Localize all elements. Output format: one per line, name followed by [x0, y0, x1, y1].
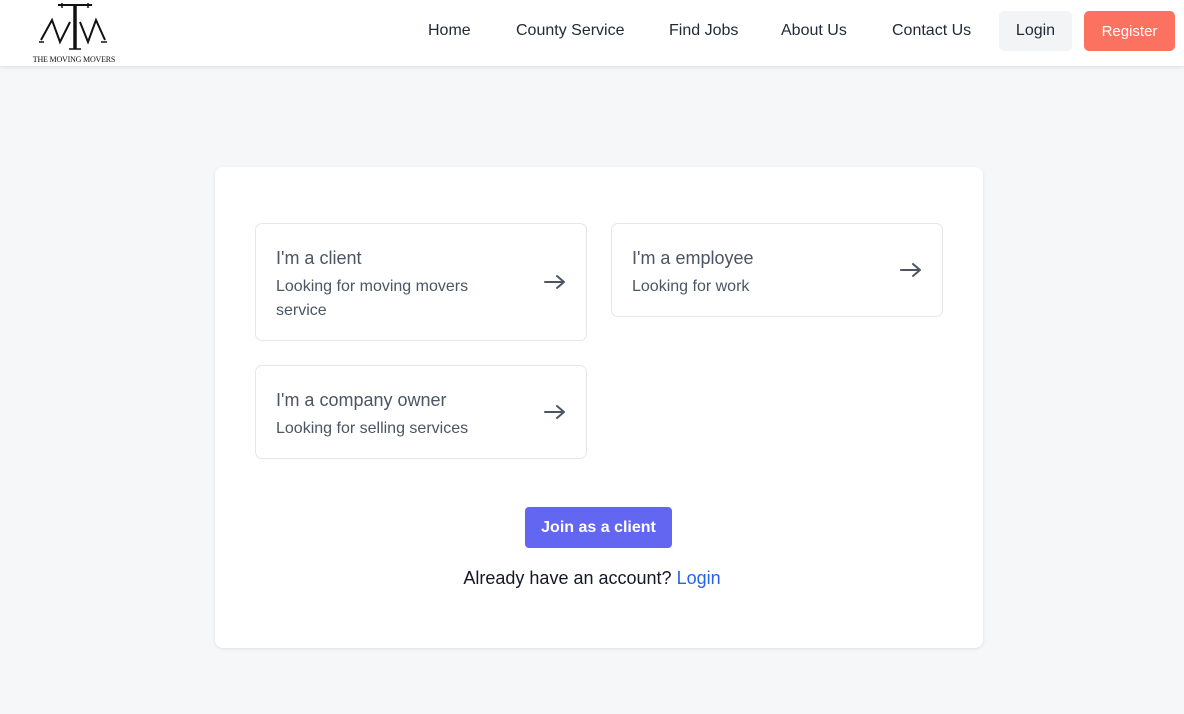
top-navbar: THE MOVING MOVERS Home County Service Fi…	[0, 0, 1184, 67]
option-subtitle: Looking for work	[632, 278, 750, 295]
arrow-right-icon	[900, 263, 921, 277]
option-title: I'm a company owner	[276, 390, 447, 410]
option-subtitle: Looking for selling services	[276, 420, 469, 437]
arrow-right-icon	[544, 275, 565, 289]
logo-monogram-icon	[39, 3, 107, 50]
option-title: I'm a employee	[632, 248, 754, 268]
brand-logo[interactable]: THE MOVING MOVERS	[26, 2, 122, 66]
nav-contact-us[interactable]: Contact Us	[892, 22, 971, 40]
nav-find-jobs[interactable]: Find Jobs	[669, 22, 738, 40]
nav-county-service[interactable]: County Service	[516, 22, 625, 40]
account-prompt-text: Already have an account?	[463, 568, 672, 588]
logo-text: THE MOVING MOVERS	[32, 55, 116, 64]
register-button[interactable]: Register	[1084, 11, 1175, 51]
option-company-owner[interactable]: I'm a company owner Looking for selling …	[255, 365, 587, 459]
option-employee[interactable]: I'm a employee Looking for work	[611, 223, 943, 317]
account-prompt-line: Already have an account? Login	[0, 568, 1184, 589]
option-client[interactable]: I'm a client Looking for moving movers s…	[255, 223, 587, 341]
login-button[interactable]: Login	[999, 11, 1072, 51]
option-subtitle: Looking for moving movers service	[276, 278, 469, 319]
nav-home[interactable]: Home	[428, 22, 471, 40]
option-title: I'm a client	[276, 248, 362, 268]
nav-about-us[interactable]: About Us	[781, 22, 847, 40]
arrow-right-icon	[544, 405, 565, 419]
login-link[interactable]: Login	[677, 568, 721, 588]
join-as-client-button[interactable]: Join as a client	[525, 507, 672, 548]
